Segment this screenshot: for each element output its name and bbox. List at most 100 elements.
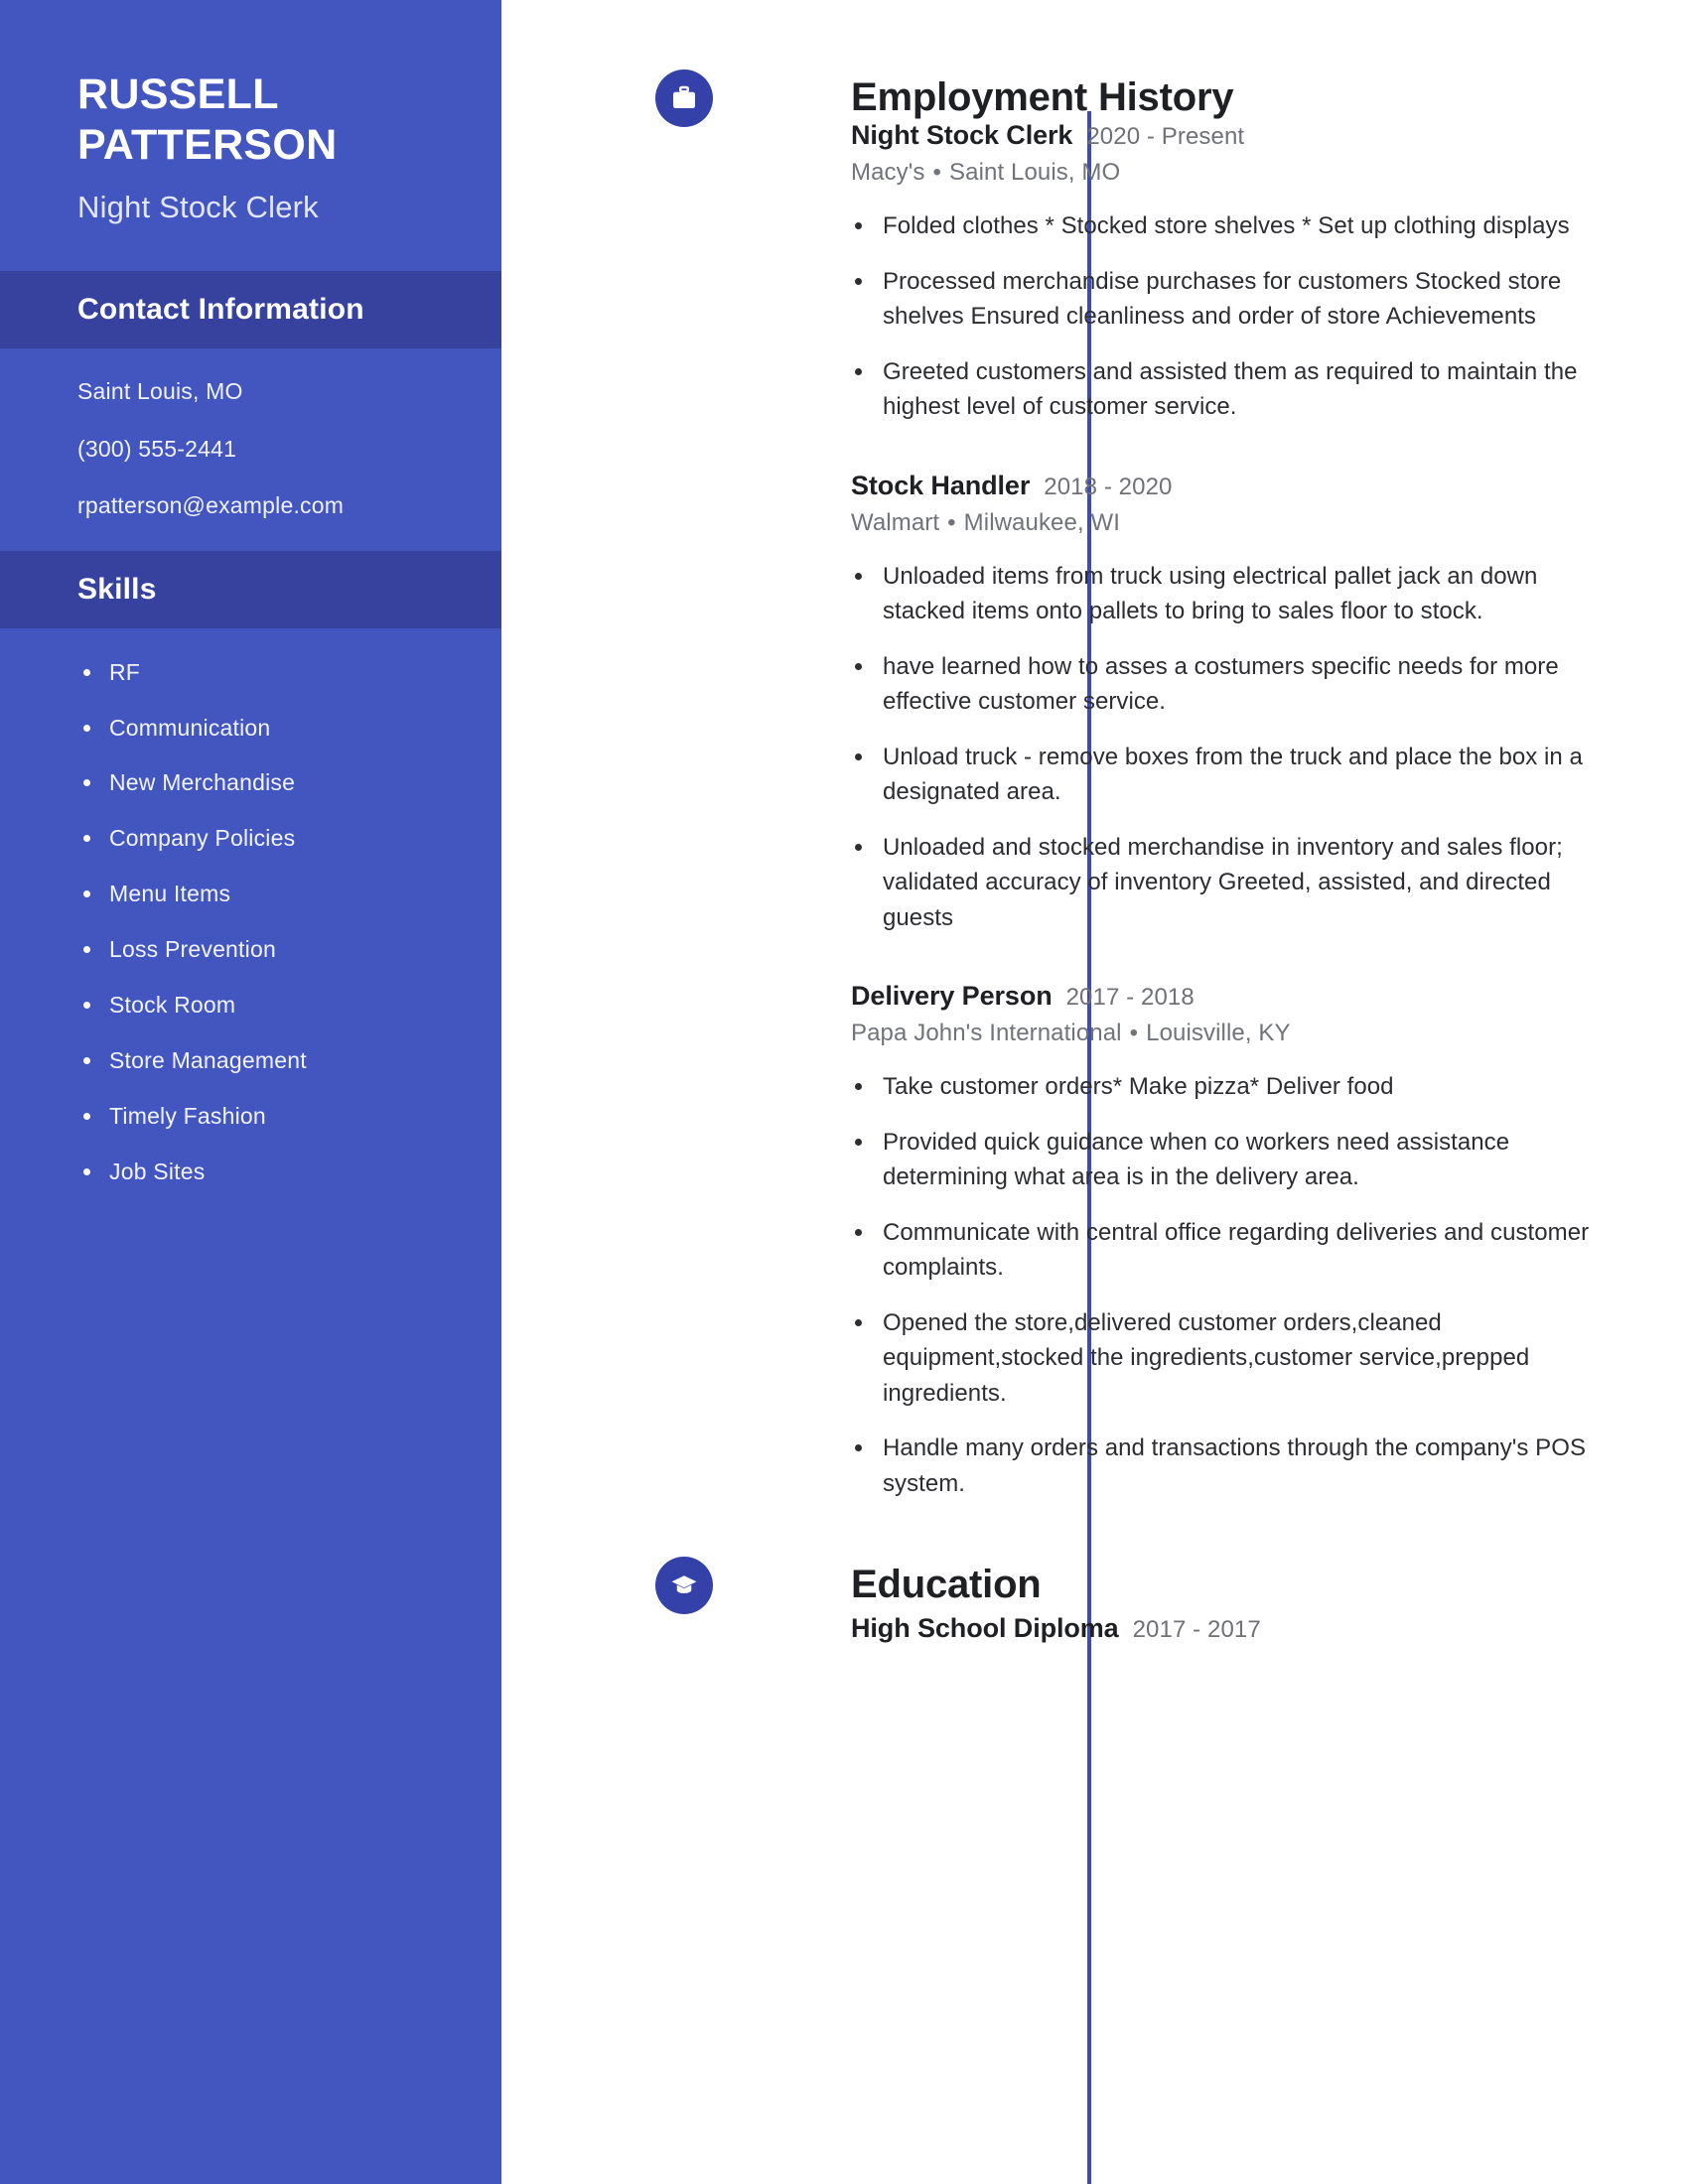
job-company: Walmart [851,508,940,536]
contact-information-list: Saint Louis, MO (300) 555-2441 rpatterso… [0,348,501,550]
list-item: Communication [77,714,501,744]
list-item: Loss Prevention [77,935,501,965]
skill-label: Company Policies [109,825,296,852]
list-item: Menu Items [77,880,501,909]
job-location: Saint Louis, MO [949,159,1121,186]
contact-location: Saint Louis, MO [77,378,243,405]
employment-entry: Delivery Person 2017 - 2018 Papa John's … [851,981,1605,1501]
resume-page: RUSSELL PATTERSON Night Stock Clerk Cont… [0,0,1688,2184]
bullet-dot-icon [855,662,862,670]
list-item: New Merchandise [77,768,501,798]
skill-label: Menu Items [109,881,231,907]
bullet-text: Handle many orders and transactions thro… [883,1434,1587,1497]
bullet-dot-icon [855,572,862,580]
education-entries: High School Diploma 2017 - 2017 [851,1613,1688,1644]
bullet-dot-icon [83,1167,90,1175]
candidate-name: RUSSELL PATTERSON [77,70,338,169]
bullet-dot-icon [83,835,90,843]
job-company: Papa John's International [851,1020,1122,1047]
list-item: Communicate with central office regardin… [851,1215,1605,1286]
bullet-dot-icon [855,367,862,375]
bullet-dot-icon [83,1001,90,1009]
list-item: have learned how to asses a costumers sp… [851,649,1605,720]
job-dates: 2017 - 2018 [1065,984,1195,1012]
sidebar: RUSSELL PATTERSON Night Stock Clerk Cont… [0,0,501,2184]
bullet-dot-icon [83,724,90,732]
list-item: Processed merchandise purchases for cust… [851,264,1605,335]
bullet-dot-icon [855,222,862,229]
list-item: Unloaded items from truck using electric… [851,559,1605,629]
list-item: Job Sites [77,1158,501,1187]
bullet-dot-icon [855,1138,862,1146]
skill-label: Communication [109,714,271,741]
employment-history-header: Employment History [501,68,1688,127]
skills-heading: Skills [0,550,501,628]
list-item: Unload truck - remove boxes from the tru… [851,740,1605,810]
bullet-dot-icon [83,946,90,954]
education-entry: High School Diploma 2017 - 2017 [851,1613,1605,1644]
list-item: Provided quick guidance when co workers … [851,1125,1605,1195]
list-item: Greeted customers and assisted them as r… [851,354,1605,425]
employment-entry: Stock Handler 2018 - 2020 Walmart • Milwau… [851,471,1605,936]
education-entry-title-row: High School Diploma 2017 - 2017 [851,1613,1605,1644]
skills-list: RF Communication New Merchandise Company… [0,628,501,1217]
job-company-location: Walmart • Milwaukee, WI [851,509,1605,537]
education-section: Education High School Diploma 2017 - 201… [501,1501,1688,1644]
bullet-dot-icon [855,1444,862,1452]
briefcase-icon [655,68,713,127]
degree-title: High School Diploma [851,1613,1119,1644]
name-block: RUSSELL PATTERSON Night Stock Clerk [0,0,501,271]
bullet-dot-icon [855,1083,862,1091]
candidate-job-title: Night Stock Clerk [77,190,319,225]
job-dates: 2020 - Present [1086,123,1245,150]
job-bullets: Unloaded items from truck using electric… [851,559,1605,936]
job-bullets: Take customer orders* Make pizza* Delive… [851,1069,1605,1501]
employment-entry: Night Stock Clerk 2020 - Present Macy's •… [851,120,1605,425]
bullet-dot-icon [83,890,90,898]
bullet-dot-icon [855,1228,862,1236]
list-item: Take customer orders* Make pizza* Delive… [851,1069,1605,1105]
bullet-text: Greeted customers and assisted them as r… [883,357,1578,421]
bullet-text: Unloaded and stocked merchandise in inve… [883,833,1563,931]
employment-entry-title-row: Stock Handler 2018 - 2020 [851,471,1605,501]
list-item: Opened the store,delivered customer orde… [851,1305,1605,1412]
contact-phone[interactable]: (300) 555-2441 [77,434,501,465]
job-bullets: Folded clothes * Stocked store shelves *… [851,208,1605,425]
bullet-dot-icon [83,779,90,787]
list-item: Unloaded and stocked merchandise in inve… [851,830,1605,936]
bullet-text: Processed merchandise purchases for cust… [883,267,1562,331]
bullet-dot-icon [855,843,862,851]
skill-label: Job Sites [109,1158,206,1184]
skill-label: Store Management [109,1046,307,1073]
separator-dot-icon: • [1129,1020,1139,1047]
bullet-text: Unloaded items from truck using electric… [883,562,1538,625]
bullet-text: Unload truck - remove boxes from the tru… [883,743,1583,806]
bullet-text: Folded clothes * Stocked store shelves *… [883,212,1570,239]
contact-information-heading: Contact Information [0,271,501,349]
bullet-text: Take customer orders* Make pizza* Delive… [883,1073,1394,1101]
job-location: Milwaukee, WI [963,508,1121,536]
employment-history-section: Employment History Night Stock Clerk 202… [501,0,1688,1501]
main-content: Employment History Night Stock Clerk 202… [501,0,1688,2184]
page-title: Employment History [851,75,1234,119]
page-title: Education [851,1563,1042,1607]
job-title: Stock Handler [851,470,1031,500]
bullet-dot-icon [83,1056,90,1064]
bullet-dot-icon [855,752,862,760]
education-header: Education [501,1556,1688,1614]
skill-label: Timely Fashion [109,1102,266,1129]
job-company-location: Macy's • Saint Louis, MO [851,159,1605,187]
skill-label: RF [109,658,141,685]
job-title: Night Stock Clerk [851,120,1073,150]
employment-entry-title-row: Night Stock Clerk 2020 - Present [851,120,1605,151]
job-company-location: Papa John's International • Louisville, KY [851,1020,1605,1047]
bullet-text: have learned how to asses a costumers sp… [883,652,1559,716]
bullet-text: Communicate with central office regardin… [883,1218,1590,1282]
graduation-cap-icon [655,1556,713,1614]
skill-label: New Merchandise [109,769,296,796]
list-item: Stock Room [77,991,501,1021]
list-item: Timely Fashion [77,1102,501,1132]
bullet-dot-icon [855,277,862,285]
list-item: Handle many orders and transactions thro… [851,1431,1605,1501]
contact-email[interactable]: rpatterson@example.com [77,490,501,521]
